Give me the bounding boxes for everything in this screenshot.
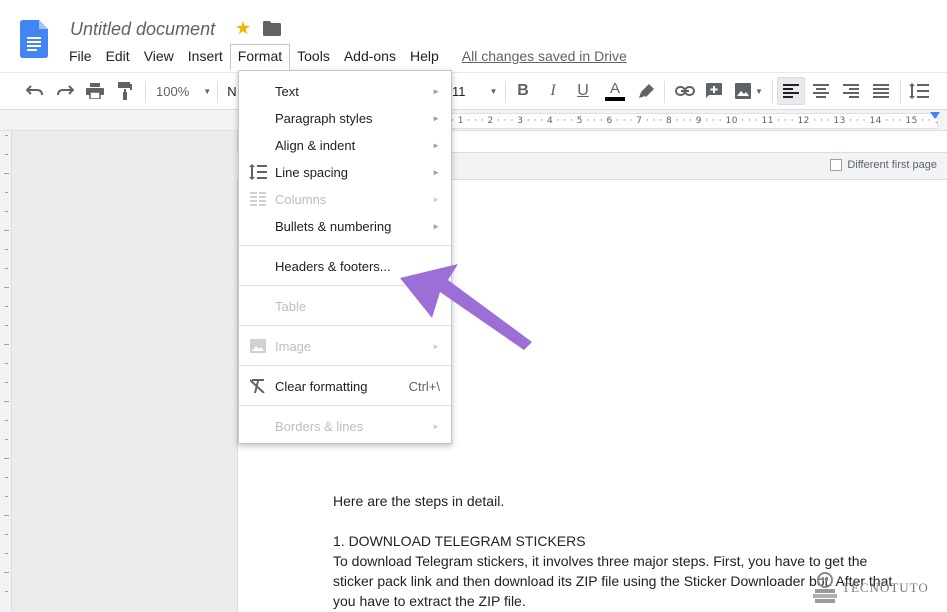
submenu-arrow-icon: ► <box>432 194 440 204</box>
chevron-down-icon: ▼ <box>755 86 763 96</box>
bold-icon[interactable]: B <box>512 79 534 103</box>
submenu-arrow-icon: ► <box>432 421 440 431</box>
zoom-select[interactable]: 100% ▼ <box>156 79 212 103</box>
italic-icon[interactable]: I <box>542 79 564 103</box>
insert-image-icon[interactable]: ▼ <box>732 79 766 103</box>
redo-icon[interactable] <box>54 79 76 103</box>
menu-help[interactable]: Help <box>403 46 446 66</box>
menu-divider <box>239 405 451 406</box>
format-menu-clear-formatting[interactable]: Clear formatting Ctrl+\ <box>239 373 451 399</box>
paragraph-line[interactable]: you have to extract the ZIP file. <box>333 591 526 611</box>
menu-divider <box>239 245 451 246</box>
star-icon[interactable]: ★ <box>235 18 251 39</box>
columns-icon <box>249 190 267 208</box>
menu-divider <box>239 365 451 366</box>
different-first-page-option[interactable]: Different first page <box>830 159 937 171</box>
highlight-icon[interactable] <box>636 79 658 103</box>
format-menu-paragraph-styles[interactable]: Paragraph styles ► <box>239 105 451 131</box>
menu-view[interactable]: View <box>137 46 181 66</box>
indent-marker-icon[interactable] <box>930 112 940 119</box>
chevron-down-icon: ▼ <box>203 86 212 96</box>
submenu-arrow-icon: ► <box>432 167 440 177</box>
horizontal-ruler: · 1 · · · 2 · · · 3 · · · 4 · · · 5 · · … <box>0 110 947 131</box>
heading-step-1[interactable]: 1. DOWNLOAD TELEGRAM STICKERS <box>333 531 586 551</box>
align-left-icon[interactable] <box>777 77 805 105</box>
zoom-value: 100% <box>156 83 190 99</box>
align-center-icon[interactable] <box>810 79 832 103</box>
clear-formatting-icon <box>249 377 267 395</box>
menu-format[interactable]: Format <box>229 44 291 70</box>
folder-icon[interactable] <box>263 21 281 36</box>
format-menu-dropdown: Text ► Paragraph styles ► Align & indent… <box>238 70 452 444</box>
chevron-down-icon: ▼ <box>489 86 498 96</box>
watermark-logo-icon <box>813 572 837 603</box>
format-menu-borders-lines: Borders & lines ► <box>275 418 440 434</box>
menu-addons[interactable]: Add-ons <box>337 46 403 66</box>
align-right-icon[interactable] <box>840 79 862 103</box>
watermark: TECNOTUTO <box>812 570 929 606</box>
menu-tools[interactable]: Tools <box>290 46 337 66</box>
font-size-select[interactable]: 11 ▼ <box>452 79 500 103</box>
shortcut-label: Ctrl+\ <box>408 378 440 394</box>
paint-format-icon[interactable] <box>114 79 136 103</box>
format-menu-align-indent[interactable]: Align & indent ► <box>239 132 451 158</box>
style-select[interactable]: N <box>226 79 238 103</box>
line-spacing-icon <box>249 163 267 181</box>
app-header: Untitled document ★ File Edit View Inser… <box>0 0 947 72</box>
purple-arrow-annotation-icon <box>400 264 532 350</box>
font-size-value: 11 <box>452 83 466 99</box>
image-icon <box>249 337 267 355</box>
google-docs-logo-icon[interactable] <box>20 20 48 58</box>
saved-status-link[interactable]: All changes saved in Drive <box>462 48 627 64</box>
menu-insert[interactable]: Insert <box>181 46 230 66</box>
text-color-icon[interactable]: A <box>603 79 627 103</box>
toolbar: 100% ▼ N 11 ▼ B I U A ▼ <box>0 72 947 110</box>
document-title[interactable]: Untitled document <box>70 19 215 40</box>
menu-bar: File Edit View Insert Format Tools Add-o… <box>62 44 627 70</box>
format-menu-text[interactable]: Text ► <box>239 78 451 104</box>
different-first-page-checkbox[interactable] <box>830 159 843 171</box>
line-spacing-icon[interactable] <box>908 79 930 103</box>
link-icon[interactable] <box>673 79 697 103</box>
vertical-ruler <box>0 131 12 612</box>
insert-comment-icon[interactable] <box>703 79 725 103</box>
format-menu-line-spacing[interactable]: Line spacing ► <box>239 159 451 185</box>
submenu-arrow-icon: ► <box>432 86 440 96</box>
submenu-arrow-icon: ► <box>432 221 440 231</box>
paragraph-line[interactable]: To download Telegram stickers, it involv… <box>333 551 867 571</box>
paragraph-intro[interactable]: Here are the steps in detail. <box>333 491 504 511</box>
watermark-text: TECNOTUTO <box>842 580 929 595</box>
format-menu-bullets-numbering[interactable]: Bullets & numbering ► <box>239 213 451 239</box>
submenu-arrow-icon: ► <box>432 113 440 123</box>
submenu-arrow-icon: ► <box>432 140 440 150</box>
underline-icon[interactable]: U <box>572 79 594 103</box>
print-icon[interactable] <box>84 79 106 103</box>
menu-file[interactable]: File <box>62 46 99 66</box>
format-menu-columns: Columns ► <box>239 186 451 212</box>
menu-edit[interactable]: Edit <box>99 46 137 66</box>
undo-icon[interactable] <box>24 79 46 103</box>
different-first-page-label: Different first page <box>847 159 937 171</box>
justify-icon[interactable] <box>870 79 892 103</box>
